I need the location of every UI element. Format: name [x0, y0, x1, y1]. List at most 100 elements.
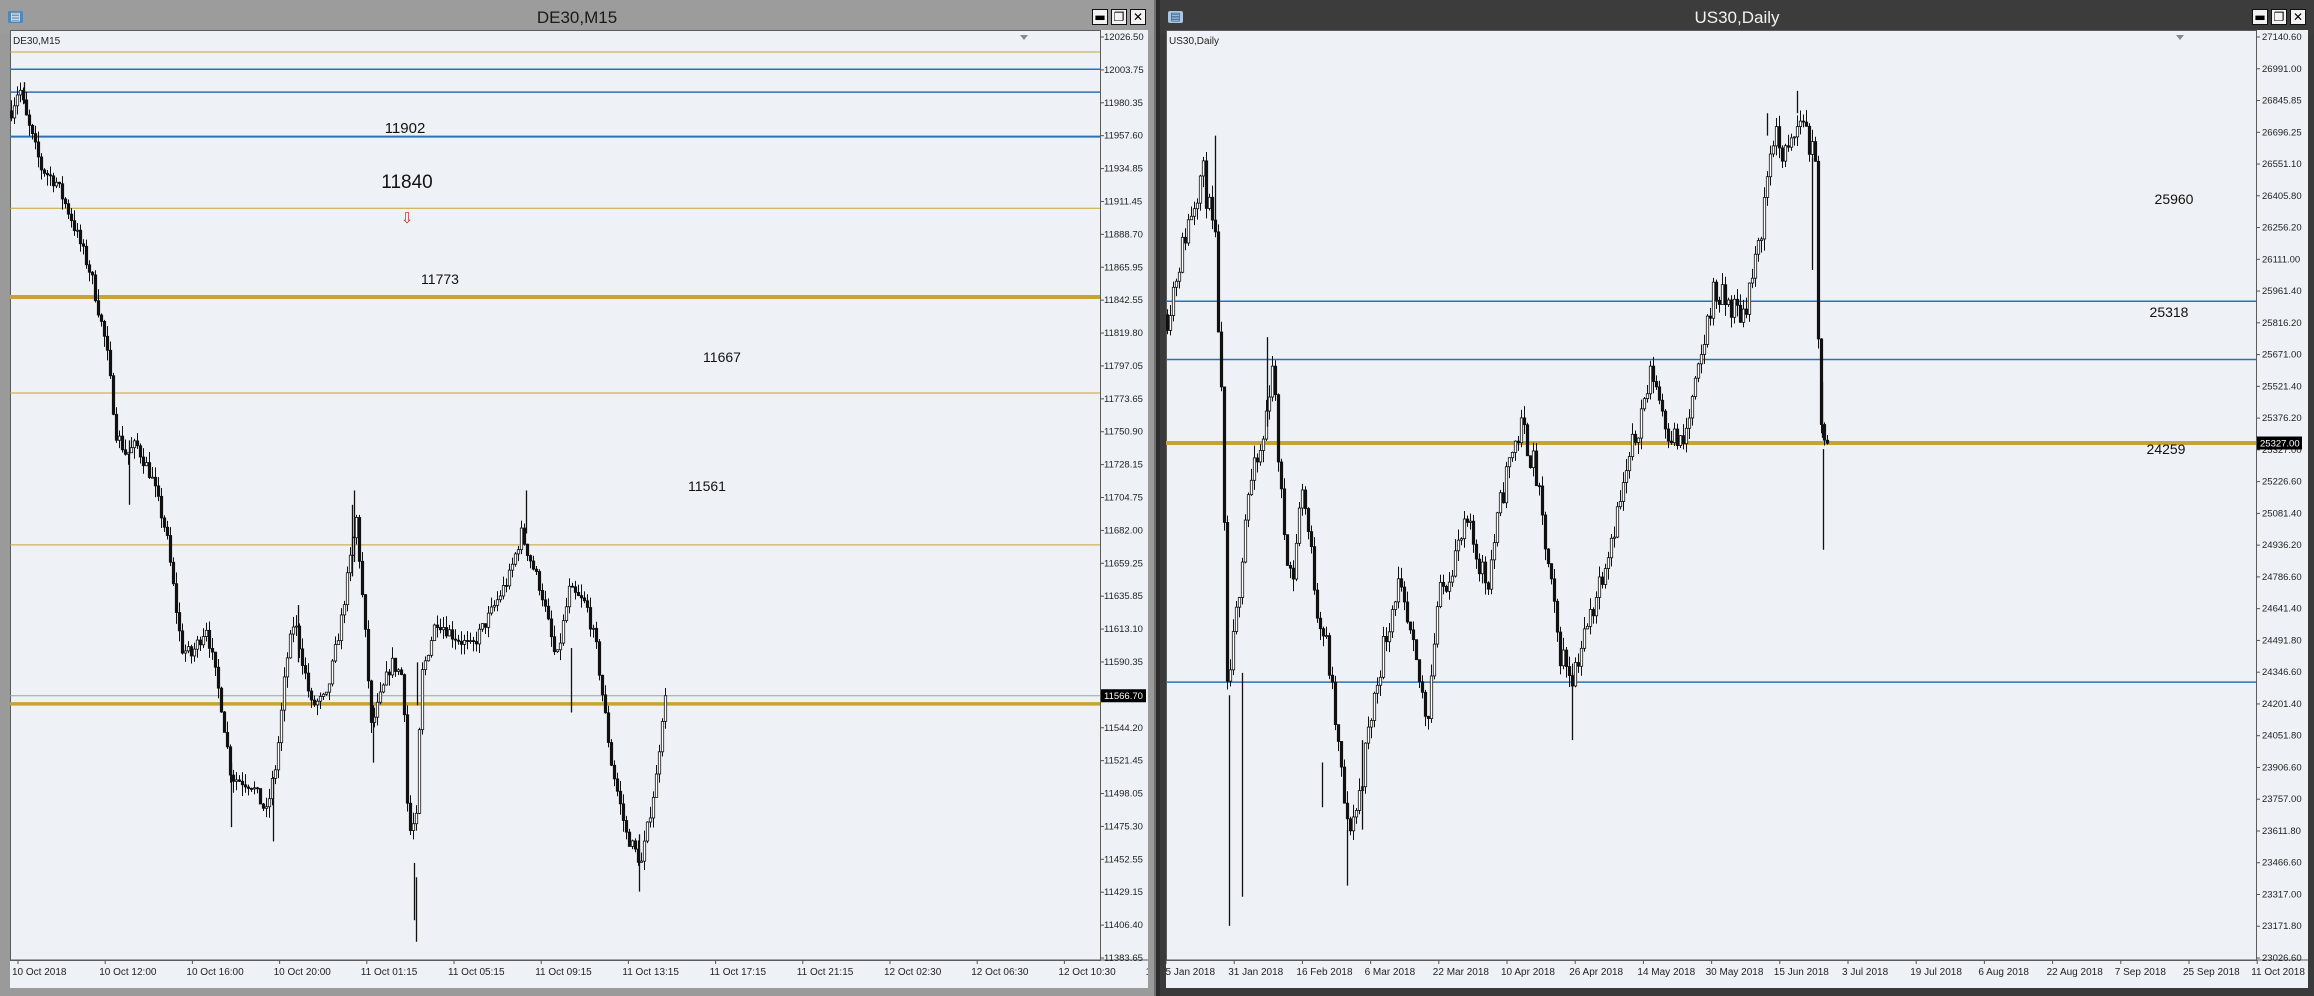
candle-body [588, 607, 593, 630]
level-annotation[interactable]: 24259 [2147, 441, 2186, 457]
y-tick-label: 25816.20 [2262, 318, 2302, 329]
candle-body [321, 693, 326, 697]
candle-body [570, 585, 575, 588]
candle-body [1423, 691, 1428, 717]
candle [333, 636, 338, 663]
level-annotation[interactable]: 11561 [688, 478, 726, 494]
candle-body [336, 640, 341, 645]
y-tick-label: 11475.30 [1104, 821, 1143, 832]
candle-body [1348, 818, 1353, 832]
candle-body [1600, 576, 1605, 585]
x-tick-label: 14 May 2018 [1637, 967, 1695, 978]
candle-body [1231, 631, 1236, 671]
candle [528, 554, 533, 569]
candle [1621, 472, 1626, 511]
y-tick-label: 11613.10 [1104, 624, 1143, 635]
down-arrow-icon[interactable]: ⇩ [401, 209, 414, 227]
x-tick-label: 11 Oct 21:15 [797, 967, 854, 978]
level-annotation[interactable]: 11840 [381, 172, 432, 193]
candle-body [447, 629, 452, 637]
candle [81, 239, 86, 255]
candle-body [1210, 196, 1215, 221]
x-tick-label: 22 Aug 2018 [2047, 967, 2104, 978]
candle-body [1591, 609, 1596, 617]
level-annotation[interactable]: 11902 [385, 120, 426, 137]
restore-button[interactable]: ❐ [2271, 9, 2287, 25]
candle-body [1738, 304, 1743, 323]
candle [150, 467, 155, 479]
candle-body [612, 764, 617, 780]
de30-price-chart[interactable]: DE30,M15 12026.50 12003.75 11980.35 11957.60… [10, 30, 1148, 988]
close-button[interactable]: ✕ [1130, 9, 1146, 25]
candle [255, 786, 260, 794]
candle-body [1468, 520, 1473, 523]
level-annotation[interactable]: 25960 [2155, 191, 2194, 207]
candle [396, 668, 401, 676]
candle-body [1636, 437, 1641, 443]
candle-body [10, 110, 14, 119]
candle [1726, 297, 1731, 307]
candle [1729, 295, 1734, 328]
candle-body [144, 462, 149, 467]
close-button[interactable]: ✕ [2290, 9, 2306, 25]
candle [1657, 380, 1662, 405]
candle-body [1447, 581, 1452, 592]
candle-body [264, 806, 269, 809]
candle [642, 830, 647, 870]
candle [1480, 555, 1485, 584]
y-tick-label: 23317.00 [2262, 889, 2302, 900]
candle-body [1582, 628, 1587, 649]
title-bar[interactable]: ▤ US30,Daily ▬ ❐ ✕ [1160, 0, 2314, 34]
level-annotation[interactable]: 11667 [703, 349, 741, 365]
candle [27, 109, 32, 136]
candle-body [555, 649, 560, 653]
candle-body [1786, 145, 1791, 148]
candle [1267, 385, 1272, 420]
x-tick-label: 15 Jan 2018 [1166, 967, 1215, 978]
chart-area[interactable]: US30,Daily 27140.60 26991.00 26845.85 26696.… [1166, 30, 2308, 988]
scroll-marker-icon[interactable] [1020, 35, 1028, 40]
candle-body [615, 778, 620, 792]
level-annotation[interactable]: 11773 [421, 271, 459, 287]
candle-body [117, 435, 122, 441]
candle [375, 693, 380, 726]
y-tick-label: 11750.90 [1104, 427, 1143, 438]
candle-body [327, 683, 332, 693]
candle-body [1312, 546, 1317, 591]
candle-body [1282, 488, 1287, 536]
us30-chart-window[interactable]: ▤ US30,Daily ▬ ❐ ✕ US30,Daily 27140.60 269… [1160, 0, 2314, 996]
candle-body [465, 640, 470, 642]
scroll-marker-icon[interactable] [2176, 35, 2184, 40]
x-tick-label: 7 Sep 2018 [2115, 967, 2167, 978]
candle-body [1456, 539, 1461, 552]
minimize-button[interactable]: ▬ [2252, 9, 2268, 25]
candle-body [585, 600, 590, 608]
candle-body [378, 691, 383, 703]
candle [1378, 670, 1383, 697]
candle [1498, 489, 1503, 517]
candle [90, 270, 95, 285]
x-tick-label: 11 Oct 01:15 [361, 967, 418, 978]
y-tick-label: 24641.40 [2262, 604, 2302, 615]
title-bar[interactable]: ▤ DE30,M15 ▬ ❐ ✕ [0, 0, 1154, 34]
candle-body [90, 271, 95, 276]
minimize-button[interactable]: ▬ [1092, 9, 1108, 25]
candle [378, 682, 383, 705]
us30-price-chart[interactable]: US30,Daily 27140.60 26991.00 26845.85 26696.… [1166, 30, 2308, 988]
candle [1297, 501, 1302, 547]
candle [345, 566, 350, 612]
de30-chart-window[interactable]: ▤ DE30,M15 ▬ ❐ ✕ DE30,M15 12026.50 12003.7… [0, 0, 1156, 996]
x-tick-label: 11 Oct 17:15 [710, 967, 767, 978]
candle [1372, 691, 1377, 728]
candle-body [1597, 576, 1602, 598]
x-tick-label: 12 Oct 06:30 [971, 967, 1029, 978]
candle-body [93, 274, 98, 302]
candle-body [1708, 315, 1713, 319]
candle [489, 597, 494, 616]
candle-body [1705, 315, 1710, 345]
chart-area[interactable]: DE30,M15 12026.50 12003.75 11980.35 11957.60… [10, 30, 1148, 988]
level-annotation[interactable]: 25318 [2150, 304, 2189, 320]
candle [1279, 458, 1284, 499]
restore-button[interactable]: ❐ [1111, 9, 1127, 25]
candle [1294, 533, 1299, 582]
